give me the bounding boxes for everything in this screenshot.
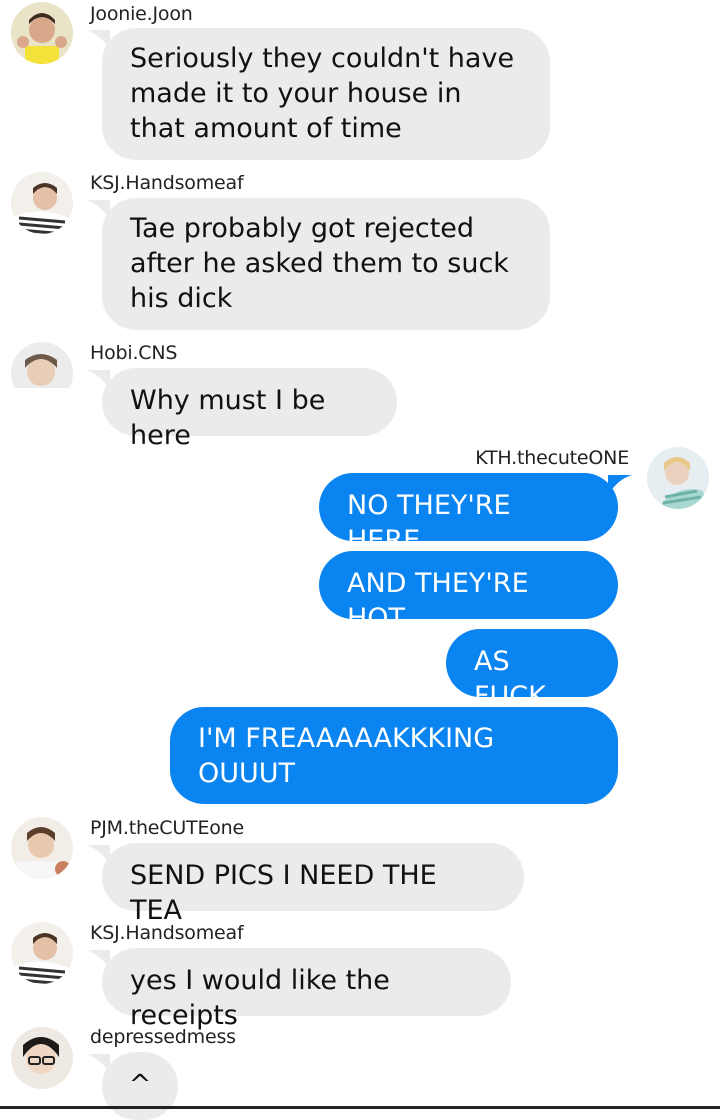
avatar-hobi[interactable] — [11, 342, 73, 404]
avatar-depressedmess[interactable] — [11, 1027, 73, 1089]
avatar-ksj[interactable] — [11, 172, 73, 234]
message-bubble[interactable]: Why must I be here — [102, 368, 397, 451]
sender-name: Hobi.CNS — [90, 342, 178, 364]
message-bubble[interactable]: Tae probably got rejected after he asked… — [102, 198, 550, 330]
message-bubble[interactable]: ^ — [102, 1052, 178, 1120]
sender-name: Joonie.Joon — [90, 3, 193, 25]
sender-name: KSJ.Handsomeaf — [90, 922, 244, 944]
message-bubble[interactable]: NO THEY'RE HERE — [319, 473, 618, 556]
avatar-ksj[interactable] — [11, 922, 73, 984]
avatar-kth[interactable] — [647, 447, 709, 509]
message-bubble[interactable]: I'M FREAAAAAKKKING OUUUT — [170, 707, 618, 804]
avatar-pjm[interactable] — [11, 817, 73, 879]
message-bubble[interactable]: yes I would like the receipts — [102, 948, 511, 1031]
sender-name: KTH.thecuteONE — [475, 447, 629, 469]
sender-name: depressedmess — [90, 1026, 236, 1048]
message-bubble[interactable]: AS FUCK — [446, 629, 618, 712]
message-bubble[interactable]: SEND PICS I NEED THE TEA — [102, 843, 524, 926]
message-bubble[interactable]: Seriously they couldn't have made it to … — [102, 28, 550, 160]
message-bubble[interactable]: AND THEY'RE HOT — [319, 551, 618, 634]
avatar-joonie[interactable] — [11, 2, 73, 64]
sender-name: KSJ.Handsomeaf — [90, 172, 244, 194]
sender-name: PJM.theCUTEone — [90, 817, 245, 839]
